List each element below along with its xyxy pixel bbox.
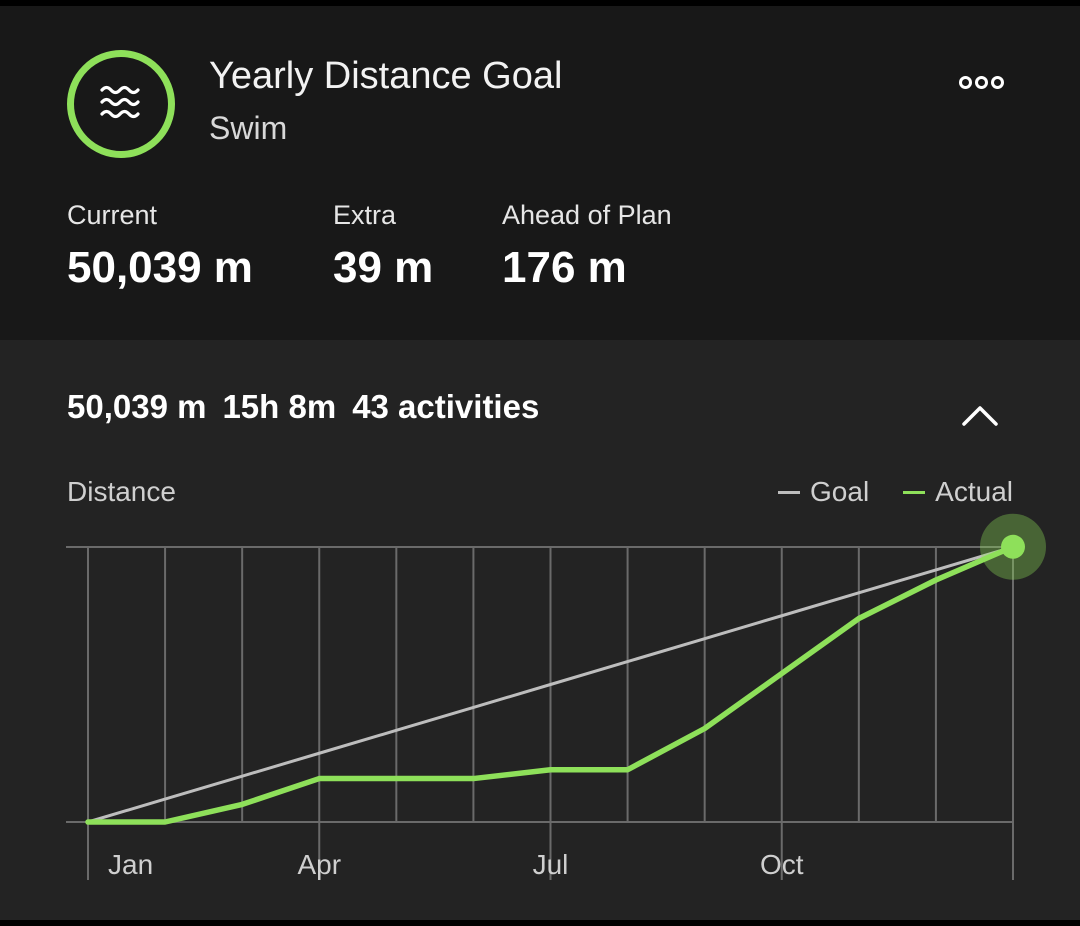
current-point-marker <box>1001 534 1025 559</box>
x-tick-label: Oct <box>760 849 804 880</box>
x-tick-label: Jan <box>108 849 153 880</box>
distance-chart: Jan Apr Jul Oct <box>66 513 1046 880</box>
x-tick-label: Jul <box>533 849 569 880</box>
x-tick-label: Apr <box>297 849 341 880</box>
